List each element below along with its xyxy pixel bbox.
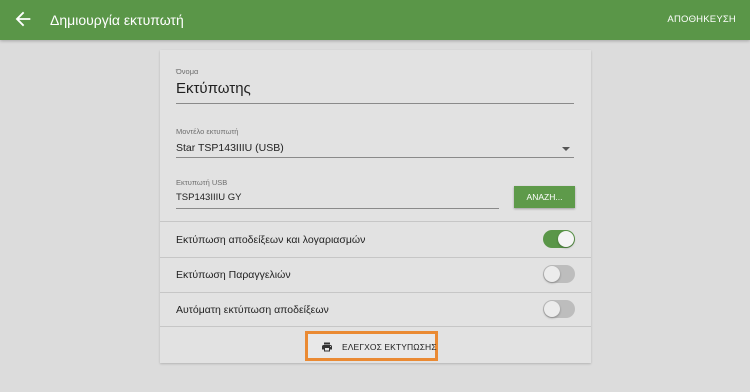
toggle-label-auto-print: Αυτόματη εκτύπωση αποδείξεων (176, 304, 329, 316)
switch-knob (558, 231, 574, 247)
usb-field-underline (176, 208, 499, 209)
usb-field-label: Εκτυπωτή USB (176, 178, 228, 187)
toggle-receipts-switch[interactable] (543, 230, 575, 248)
divider (160, 326, 591, 327)
test-print-button[interactable]: ΕΛΕΓΧΟΣ ΕΚΤΥΠΩΣΗΣ (305, 331, 438, 361)
divider (160, 292, 591, 293)
toggle-label-receipts: Εκτύπωση αποδείξεων και λογαριασμών (176, 234, 366, 246)
page-title: Δημιουργία εκτυπωτή (50, 12, 184, 28)
test-print-label: ΕΛΕΓΧΟΣ ΕΚΤΥΠΩΣΗΣ (342, 342, 437, 352)
printer-icon (322, 342, 332, 352)
switch-knob (544, 301, 560, 317)
name-field-label: Όνομα (176, 67, 199, 76)
model-select[interactable]: Star TSP143IIIU (USB) (176, 142, 284, 154)
printer-form-card: Όνομα Εκτύπωτης Μοντέλο εκτυπωτή Star TS… (160, 50, 591, 363)
toggle-auto-print-switch[interactable] (543, 300, 575, 318)
toggle-orders-switch[interactable] (543, 265, 575, 283)
divider (160, 221, 591, 222)
name-field-underline (176, 103, 574, 104)
chevron-down-icon[interactable] (562, 147, 570, 151)
name-field[interactable]: Εκτύπωτης (176, 80, 251, 97)
app-bar: Δημιουργία εκτυπωτή ΑΠΟΘΗΚΕΥΣΗ (0, 0, 750, 40)
arrow-left-icon[interactable] (12, 8, 34, 30)
model-select-underline (176, 157, 574, 158)
toggle-label-orders: Εκτύπωση Παραγγελιών (176, 269, 291, 281)
usb-printer-field[interactable]: TSP143IIIU GY (176, 192, 241, 203)
save-button[interactable]: ΑΠΟΘΗΚΕΥΣΗ (667, 14, 736, 25)
divider (160, 257, 591, 258)
model-field-label: Μοντέλο εκτυπωτή (176, 127, 239, 136)
search-button[interactable]: ΑΝΑΖΗ... (514, 186, 575, 208)
switch-knob (544, 266, 560, 282)
